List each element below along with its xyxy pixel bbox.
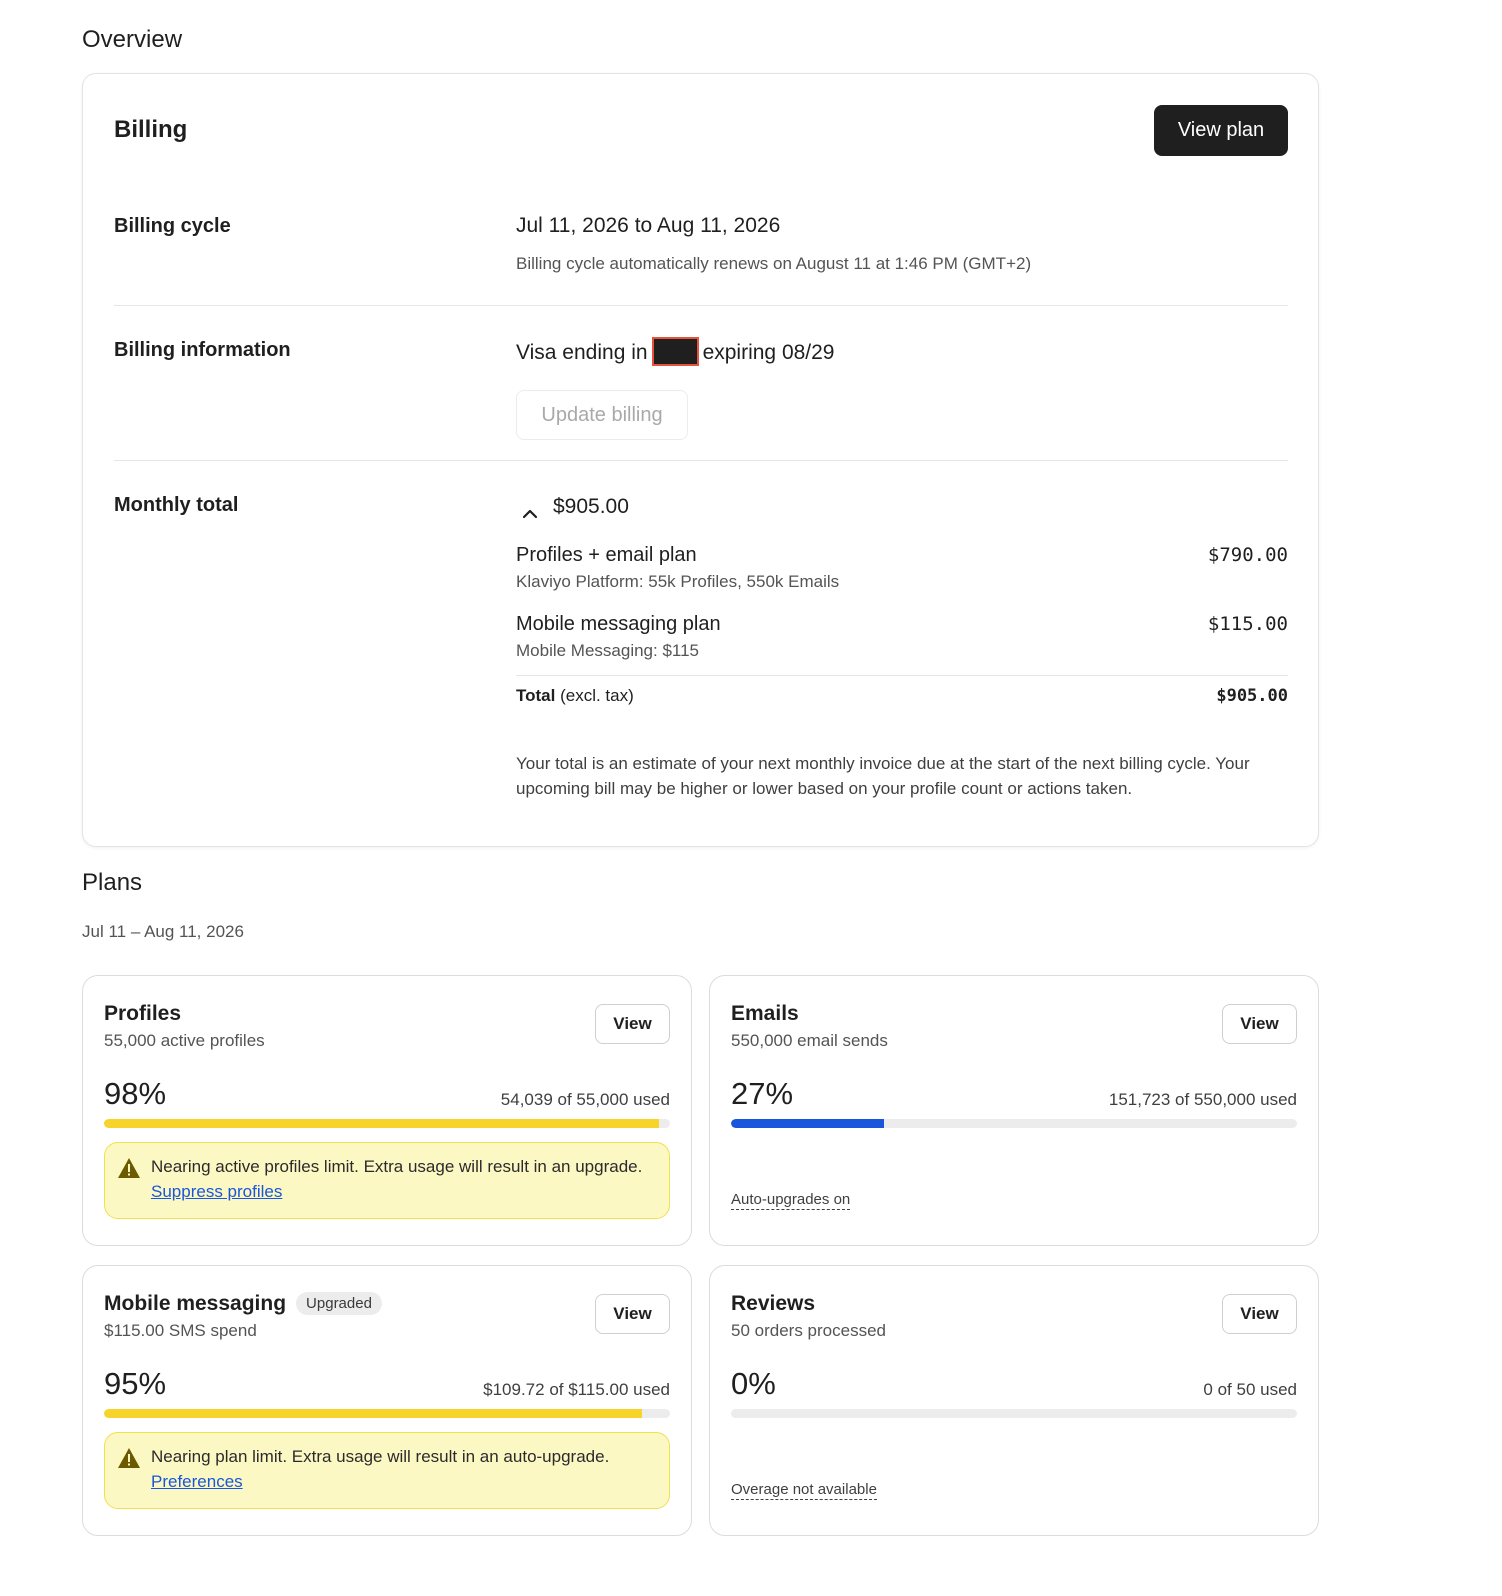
- view-reviews-button[interactable]: View: [1222, 1294, 1297, 1334]
- line-item-price: $790.00: [1207, 544, 1288, 566]
- usage-percent: 27%: [731, 1076, 794, 1111]
- warning-banner: Nearing active profiles limit. Extra usa…: [104, 1142, 670, 1219]
- plan-card-profiles: Profiles 55,000 active profiles View 98%…: [82, 975, 692, 1246]
- suppress-profiles-link[interactable]: Suppress profiles: [151, 1182, 282, 1201]
- total-label: Total (excl. tax): [516, 686, 634, 706]
- usage-bar-fill: [731, 1119, 884, 1128]
- view-mobile-messaging-button[interactable]: View: [595, 1294, 670, 1334]
- billing-information-label: Billing information: [114, 339, 291, 361]
- usage-percent: 95%: [104, 1366, 167, 1401]
- divider: [114, 305, 1288, 306]
- warning-icon: [118, 1158, 140, 1178]
- warning-icon: [118, 1448, 140, 1468]
- plan-name: Emails: [731, 1002, 799, 1025]
- warning-message: Nearing plan limit. Extra usage will res…: [151, 1447, 610, 1466]
- line-item-subtitle: Mobile Messaging: $115: [516, 641, 700, 660]
- plan-description: $115.00 SMS spend: [104, 1321, 257, 1340]
- plan-description: 55,000 active profiles: [104, 1031, 265, 1050]
- card-suffix: expiring 08/29: [702, 341, 835, 365]
- chevron-up-icon[interactable]: [520, 504, 540, 524]
- plan-description: 550,000 email sends: [731, 1031, 888, 1050]
- line-item-title: Profiles + email plan: [516, 544, 697, 566]
- usage-bar-fill: [104, 1119, 659, 1128]
- preferences-link[interactable]: Preferences: [151, 1472, 243, 1491]
- plan-card-emails: Emails 550,000 email sends View 27% 151,…: [709, 975, 1319, 1246]
- upgraded-badge: Upgraded: [296, 1292, 382, 1315]
- redacted-card-number: [651, 337, 699, 366]
- plan-name: Reviews: [731, 1292, 816, 1315]
- line-item-subtitle: Klaviyo Platform: 55k Profiles, 550k Ema…: [516, 572, 840, 591]
- estimate-note: Your total is an estimate of your next m…: [516, 754, 1250, 798]
- usage-percent: 98%: [104, 1076, 167, 1111]
- usage-count: 0 of 50 used: [1203, 1380, 1297, 1399]
- total-label-suffix: (excl. tax): [560, 686, 634, 705]
- total-label-strong: Total: [516, 686, 556, 705]
- usage-bar-fill: [104, 1409, 642, 1418]
- line-item-title: Mobile messaging plan: [516, 613, 721, 635]
- warning-text: Nearing active profiles limit. Extra usa…: [151, 1154, 651, 1204]
- warning-text: Nearing plan limit. Extra usage will res…: [151, 1444, 651, 1494]
- usage-bar: [731, 1119, 1297, 1128]
- usage-percent: 0%: [731, 1366, 776, 1401]
- billing-card: Billing View plan Billing cycle Jul 11, …: [82, 73, 1319, 847]
- monthly-total-amount: $905.00: [553, 495, 629, 518]
- total-divider: [516, 675, 1288, 676]
- view-profiles-button[interactable]: View: [595, 1004, 670, 1044]
- usage-count: 151,723 of 550,000 used: [1108, 1090, 1297, 1109]
- usage-bar: [104, 1119, 670, 1128]
- billing-overview-page: Overview Billing View plan Billing cycle…: [0, 0, 1502, 1596]
- card-prefix: Visa ending in: [516, 341, 648, 365]
- plans-heading: Plans: [82, 869, 143, 896]
- view-emails-button[interactable]: View: [1222, 1004, 1297, 1044]
- plans-date-range: Jul 11 – Aug 11, 2026: [82, 922, 244, 941]
- monthly-total-label: Monthly total: [114, 494, 239, 516]
- overage-not-available-link[interactable]: Overage not available: [731, 1481, 877, 1500]
- usage-count: 54,039 of 55,000 used: [500, 1090, 670, 1109]
- update-billing-button[interactable]: Update billing: [516, 390, 688, 440]
- plan-description: 50 orders processed: [731, 1321, 886, 1340]
- billing-cycle-range: Jul 11, 2026 to Aug 11, 2026: [516, 214, 781, 237]
- plan-card-mobile-messaging: Mobile messaging Upgraded $115.00 SMS spe…: [82, 1265, 692, 1536]
- warning-banner: Nearing plan limit. Extra usage will res…: [104, 1432, 670, 1509]
- line-item-price: $115.00: [1207, 613, 1288, 635]
- card-info: Visa ending in expiring 08/29: [516, 337, 835, 368]
- auto-upgrades-link[interactable]: Auto-upgrades on: [731, 1191, 851, 1210]
- billing-cycle-label: Billing cycle: [114, 215, 231, 237]
- divider: [114, 460, 1288, 461]
- billing-cycle-renew-note: Billing cycle automatically renews on Au…: [516, 254, 1032, 273]
- plan-name: Mobile messaging Upgraded: [104, 1292, 382, 1316]
- billing-heading: Billing: [114, 116, 188, 143]
- usage-count: $109.72 of $115.00 used: [483, 1380, 670, 1399]
- usage-bar: [104, 1409, 670, 1418]
- overview-heading: Overview: [82, 26, 183, 53]
- plan-name-text: Mobile messaging: [104, 1292, 287, 1315]
- warning-message: Nearing active profiles limit. Extra usa…: [151, 1157, 643, 1176]
- plan-name: Profiles: [104, 1002, 182, 1025]
- plan-card-reviews: Reviews 50 orders processed View 0% 0 of…: [709, 1265, 1319, 1536]
- total-price: $905.00: [1216, 686, 1288, 706]
- view-plan-button[interactable]: View plan: [1154, 105, 1288, 156]
- usage-bar: [731, 1409, 1297, 1418]
